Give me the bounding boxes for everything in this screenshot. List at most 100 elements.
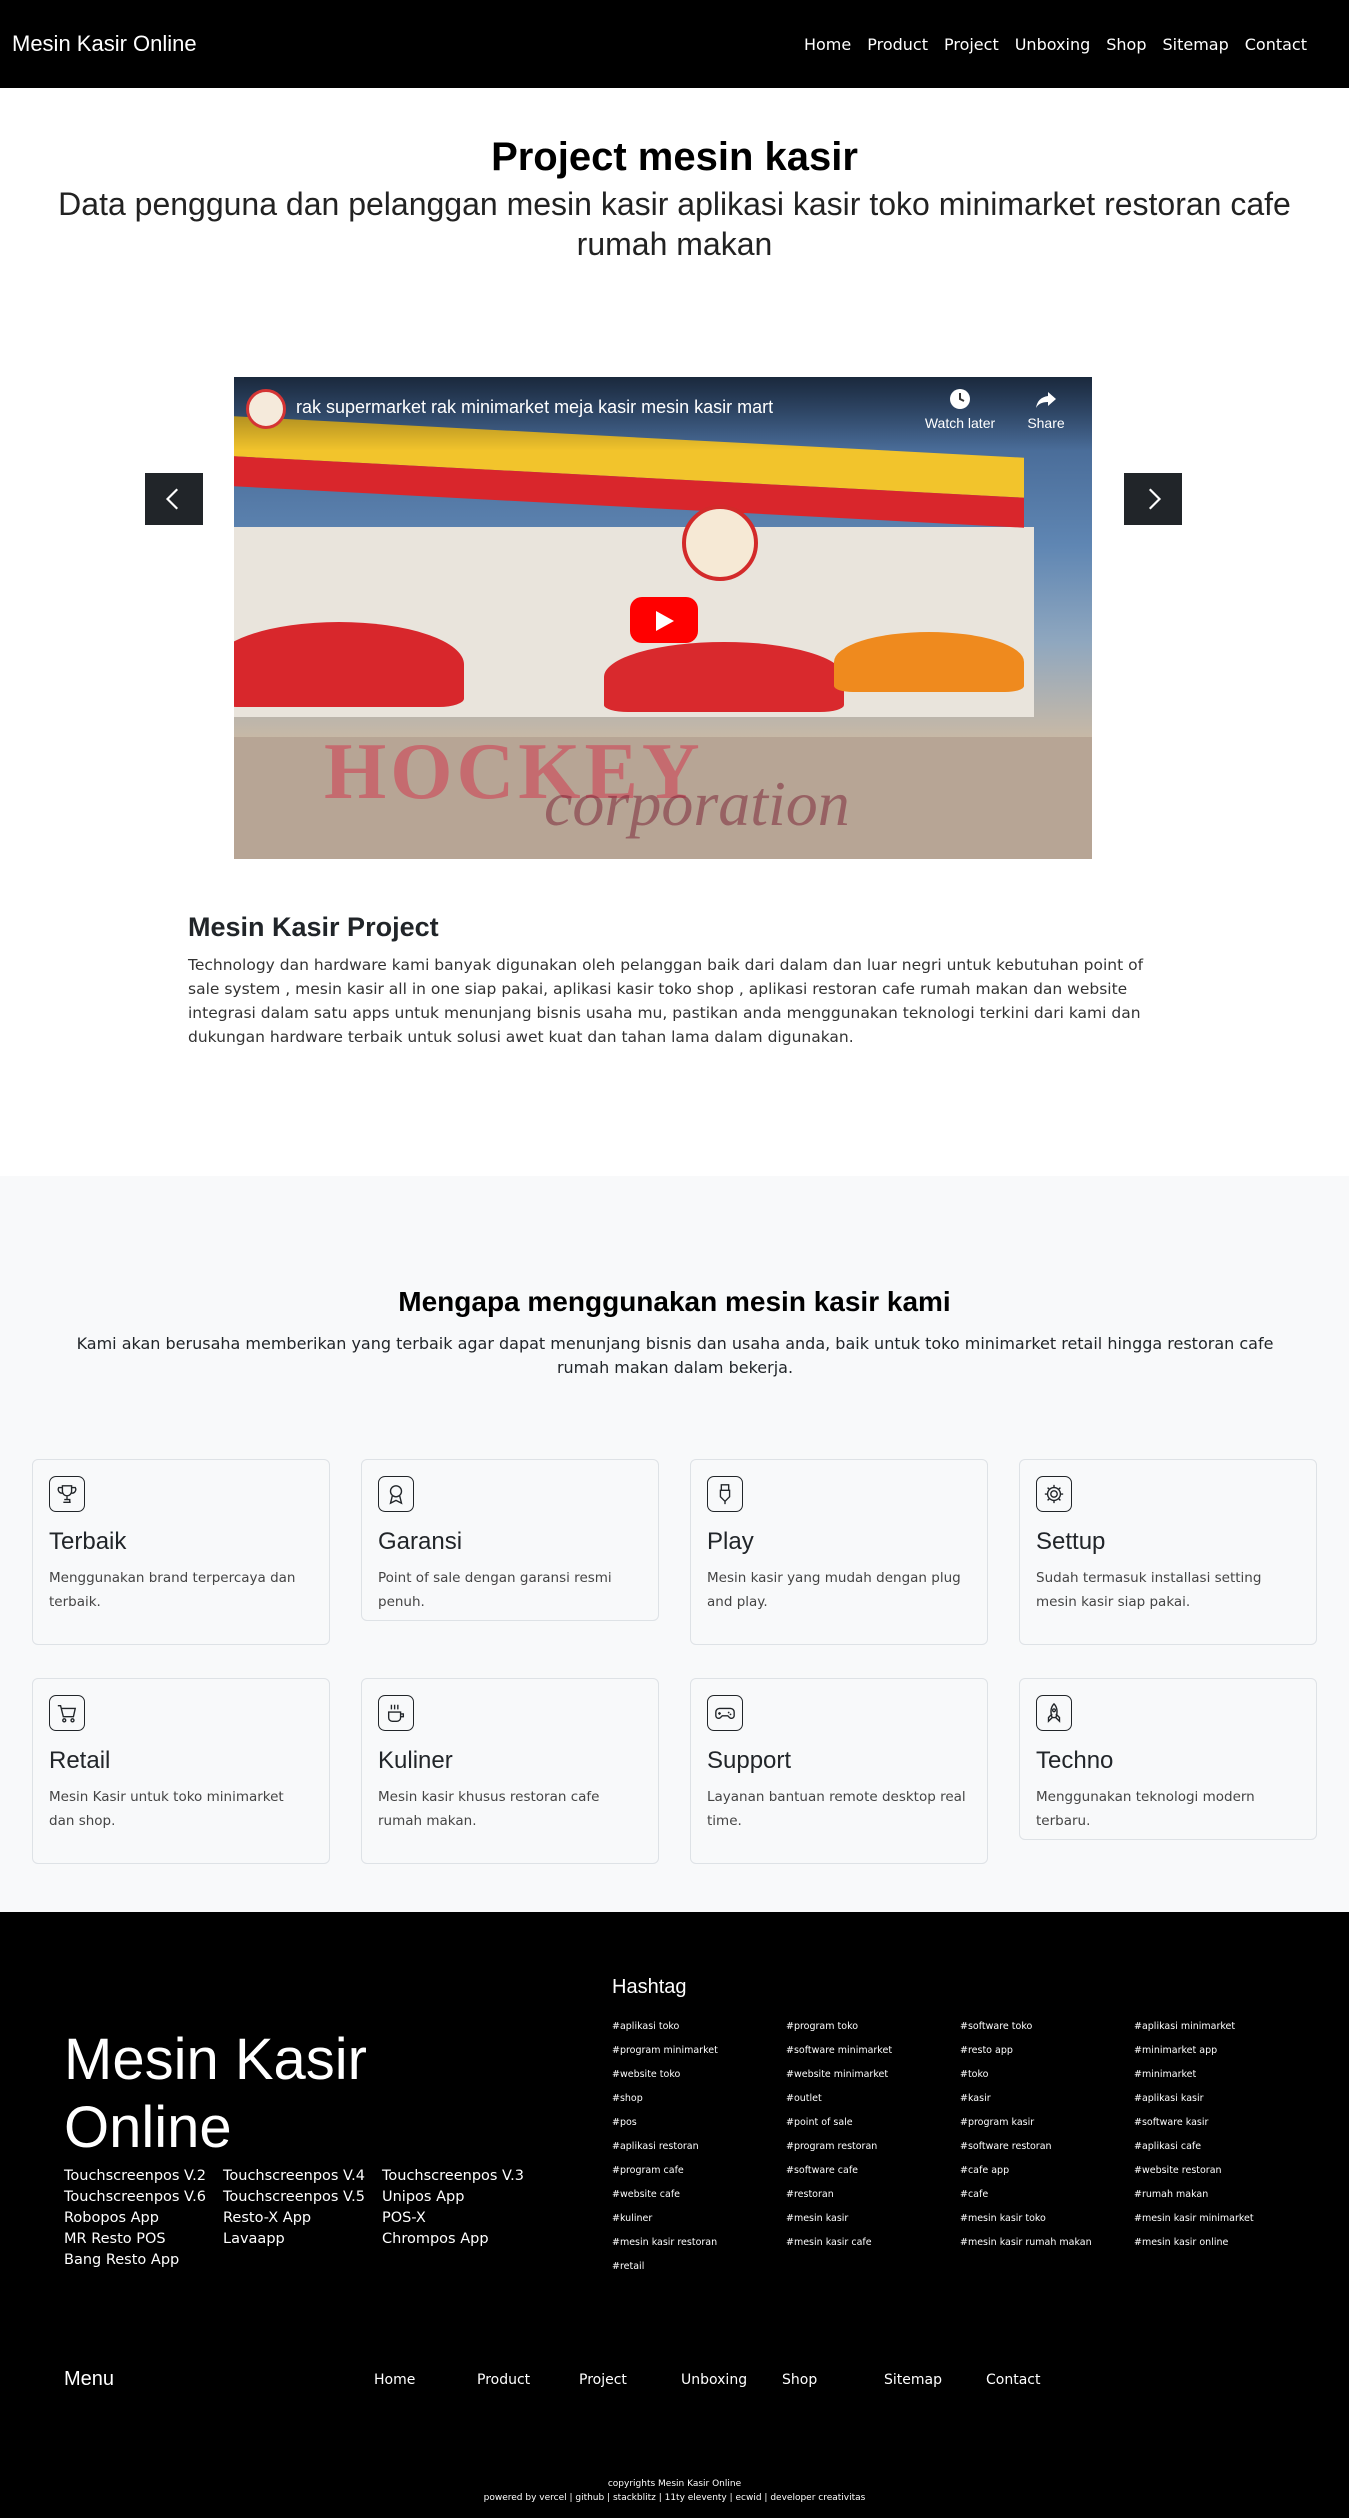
hashtag-link[interactable]: #software restoran (960, 2135, 1134, 2159)
hashtag-link[interactable]: #minimarket app (1134, 2039, 1308, 2063)
channel-avatar[interactable] (246, 389, 286, 429)
feature-card-title: Techno (1036, 1747, 1114, 1774)
app-link[interactable]: Touchscreenpos V.3 (382, 2166, 541, 2187)
carousel-prev-button[interactable] (145, 473, 203, 525)
hashtag-link[interactable]: #rumah makan (1134, 2183, 1308, 2207)
hashtag-link[interactable]: #minimarket (1134, 2063, 1308, 2087)
app-link[interactable]: Robopos App (64, 2208, 223, 2229)
footer-menu-home[interactable]: Home (374, 2372, 415, 2388)
hero-section: Project mesin kasir Data pengguna dan pe… (0, 88, 1349, 264)
hashtag-link[interactable]: #software toko (960, 2015, 1134, 2039)
project-description: Technology dan hardware kami banyak digu… (188, 956, 1144, 1046)
footer-menu-project[interactable]: Project (579, 2372, 627, 2388)
cart-icon (49, 1695, 85, 1731)
hashtag-link[interactable]: #mesin kasir (786, 2207, 960, 2231)
hashtag-link[interactable]: #mesin kasir cafe (786, 2231, 960, 2255)
feature-card-text: Point of sale dengan garansi resmi penuh… (378, 1570, 612, 1610)
nav-link-product[interactable]: Product (859, 35, 936, 54)
footer-menu-sitemap[interactable]: Sitemap (884, 2372, 942, 2388)
hashtag-link[interactable]: #program kasir (960, 2111, 1134, 2135)
app-link[interactable]: Touchscreenpos V.4 (223, 2166, 382, 2187)
hashtag-link[interactable]: #retail (612, 2255, 786, 2279)
hashtag-link[interactable]: #aplikasi minimarket (1134, 2015, 1308, 2039)
hashtag-link[interactable]: #mesin kasir rumah makan (960, 2231, 1134, 2255)
footer-menu-contact[interactable]: Contact (986, 2372, 1040, 2388)
hashtag-link[interactable]: #website toko (612, 2063, 786, 2087)
hashtag-link[interactable]: #software kasir (1134, 2111, 1308, 2135)
hashtag-link[interactable]: #pos (612, 2111, 786, 2135)
hashtag-link[interactable]: #software minimarket (786, 2039, 960, 2063)
powered-by-text: powered by vercel | github | stackblitz … (483, 2493, 866, 2503)
features-section: Mengapa menggunakan mesin kasir kami Kam… (0, 1176, 1349, 1912)
feature-card-terbaik: Terbaik Menggunakan brand terpercaya dan… (32, 1459, 330, 1645)
nav-link-shop[interactable]: Shop (1098, 35, 1154, 54)
hashtag-link[interactable]: #software cafe (786, 2159, 960, 2183)
hashtag-link[interactable]: #program minimarket (612, 2039, 786, 2063)
nav-link-unboxing[interactable]: Unboxing (1007, 35, 1099, 54)
hashtag-link[interactable]: #point of sale (786, 2111, 960, 2135)
hashtag-link[interactable]: #website cafe (612, 2183, 786, 2207)
hashtag-link[interactable]: #kasir (960, 2087, 1134, 2111)
hashtag-link[interactable]: #outlet (786, 2087, 960, 2111)
trophy-icon (49, 1476, 85, 1512)
feature-card-title: Play (707, 1528, 754, 1555)
controller-icon (707, 1695, 743, 1731)
app-link[interactable]: Touchscreenpos V.5 (223, 2187, 382, 2208)
features-title: Mengapa menggunakan mesin kasir kami (398, 1286, 951, 1317)
video-embed[interactable]: HOCKEY corporation rak supermarket rak m… (234, 377, 1092, 859)
nav-link-contact[interactable]: Contact (1237, 35, 1315, 54)
hashtag-link[interactable]: #mesin kasir online (1134, 2231, 1308, 2255)
watch-later-button[interactable]: Watch later (920, 387, 1000, 431)
play-button[interactable] (630, 597, 698, 643)
footer-menu-shop[interactable]: Shop (782, 2372, 817, 2388)
hashtag-link[interactable]: #cafe app (960, 2159, 1134, 2183)
hashtag-link[interactable]: #program cafe (612, 2159, 786, 2183)
hashtag-link[interactable]: #mesin kasir minimarket (1134, 2207, 1308, 2231)
hashtag-link[interactable]: #toko (960, 2063, 1134, 2087)
app-link[interactable]: MR Resto POS (64, 2229, 223, 2250)
carousel-next-button[interactable] (1124, 473, 1182, 525)
page-subtitle: Data pengguna dan pelanggan mesin kasir … (58, 186, 1291, 262)
apps-column: Touchscreenpos V.3 Unipos App POS-X Chro… (382, 2166, 541, 2271)
video-title[interactable]: rak supermarket rak minimarket meja kasi… (296, 397, 773, 418)
hashtag-link[interactable]: #aplikasi restoran (612, 2135, 786, 2159)
usb-plug-icon (707, 1476, 743, 1512)
footer-menu-unboxing[interactable]: Unboxing (681, 2372, 747, 2388)
hashtag-link[interactable]: #mesin kasir restoran (612, 2231, 786, 2255)
app-link[interactable]: Lavaapp (223, 2229, 382, 2250)
hashtag-link[interactable]: #shop (612, 2087, 786, 2111)
feature-card-title: Support (707, 1747, 792, 1774)
nav-link-project[interactable]: Project (936, 35, 1007, 54)
video-watermark-script: corporation (544, 768, 850, 839)
hashtag-link[interactable]: #kuliner (612, 2207, 786, 2231)
hashtag-link[interactable]: #program toko (786, 2015, 960, 2039)
footer-menu-product[interactable]: Product (477, 2372, 530, 2388)
hashtag-link[interactable]: #mesin kasir toko (960, 2207, 1134, 2231)
feature-card-text: Mesin kasir khusus restoran cafe rumah m… (378, 1789, 600, 1829)
hashtag-link[interactable]: #website minimarket (786, 2063, 960, 2087)
hashtag-link[interactable]: #resto app (960, 2039, 1134, 2063)
hashtag-link[interactable]: #aplikasi kasir (1134, 2087, 1308, 2111)
hashtag-link[interactable]: #program restoran (786, 2135, 960, 2159)
hashtag-link[interactable]: #website restoran (1134, 2159, 1308, 2183)
app-link[interactable]: Unipos App (382, 2187, 541, 2208)
chevron-left-icon (165, 488, 179, 510)
app-link[interactable]: Resto-X App (223, 2208, 382, 2229)
share-button[interactable]: Share (1006, 387, 1086, 431)
app-link[interactable]: Bang Resto App (64, 2250, 223, 2271)
app-link[interactable]: POS-X (382, 2208, 541, 2229)
hashtag-link[interactable]: #aplikasi toko (612, 2015, 786, 2039)
hashtag-link[interactable]: #restoran (786, 2183, 960, 2207)
hashtag-link[interactable]: #aplikasi cafe (1134, 2135, 1308, 2159)
nav-link-home[interactable]: Home (796, 35, 859, 54)
brand-link[interactable]: Mesin Kasir Online (12, 31, 197, 57)
page-title: Project mesin kasir (491, 135, 858, 179)
app-link[interactable]: Touchscreenpos V.6 (64, 2187, 223, 2208)
app-link[interactable]: Chrompos App (382, 2229, 541, 2250)
copyright: copyrights Mesin Kasir Online powered by… (0, 2477, 1349, 2505)
app-link[interactable]: Touchscreenpos V.2 (64, 2166, 223, 2187)
hashtag-grid: #aplikasi toko #program toko #software tok… (612, 2015, 1312, 2279)
chevron-right-icon (1148, 488, 1162, 510)
hashtag-link[interactable]: #cafe (960, 2183, 1134, 2207)
nav-link-sitemap[interactable]: Sitemap (1154, 35, 1236, 54)
